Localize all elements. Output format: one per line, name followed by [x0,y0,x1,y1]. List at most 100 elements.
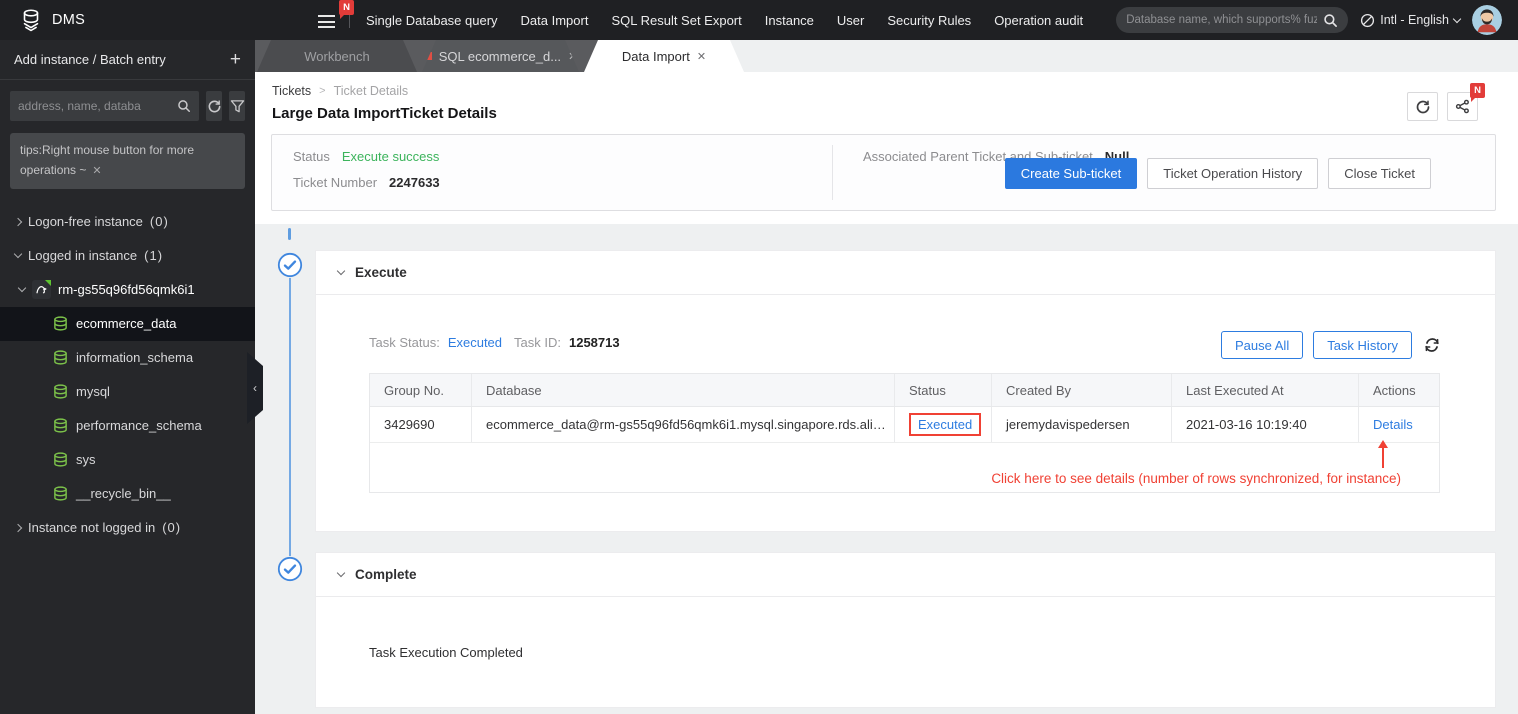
status-value: Execute success [341,149,440,164]
chevron-down-icon[interactable] [336,266,346,276]
instance-name: rm-gs55q96fd56qmk6i1 [58,282,195,298]
cell-group-no: 3429690 [370,407,472,442]
globe-icon [1360,13,1375,28]
col-header-created-by: Created By [992,374,1172,406]
nav-item-single-database-query[interactable]: Single Database query [366,13,498,28]
create-subticket-button[interactable]: Create Sub-ticket [1004,158,1138,189]
col-header-last-executed-at: Last Executed At [1172,374,1359,406]
tree-item-database-sys[interactable]: sys [0,443,255,477]
refresh-instances-button[interactable] [206,91,222,121]
database-icon [53,486,68,501]
nav-item-instance[interactable]: Instance [765,13,814,28]
tab-sql-ecommerce[interactable]: SQL ecommerce_d... ✕ [422,40,579,72]
tree-item-logon-free-instance[interactable]: Logon-free instance (0) [0,205,255,239]
tree-item-database-performance-schema[interactable]: performance_schema [0,409,255,443]
database-icon [53,452,68,467]
database-name: ecommerce_data [76,316,177,332]
sidebar: Add instance / Batch entry + address, na… [0,40,255,714]
new-badge: N [1470,83,1485,102]
locale-switcher[interactable]: Intl - English [1360,13,1462,28]
step-complete-check-icon [277,252,303,278]
breadcrumb-tickets[interactable]: Tickets [272,84,311,98]
add-instance-plus-icon[interactable]: + [230,50,241,69]
tab-label: Workbench [304,48,370,64]
nav-item-operation-audit[interactable]: Operation audit [994,13,1083,28]
tree-item-instance[interactable]: rm-gs55q96fd56qmk6i1 [0,273,255,307]
avatar[interactable] [1472,5,1502,35]
database-icon [53,350,68,365]
page-title: Large Data ImportTicket Details [272,105,497,122]
ticket-operation-history-button[interactable]: Ticket Operation History [1147,158,1319,189]
tab-label: SQL ecommerce_d... [438,48,562,64]
breadcrumb-separator: > [319,85,326,97]
close-icon[interactable]: ✕ [92,165,101,177]
table-empty-area: Click here to see details (number of row… [370,440,1439,492]
refresh-ticket-button[interactable] [1407,92,1438,121]
status-label: Status [293,149,330,164]
status-badge: Executed [909,413,982,436]
chevron-right-icon [13,523,23,532]
ticket-number-value: 2247633 [389,175,440,190]
col-header-actions: Actions [1373,382,1416,398]
database-name: mysql [76,384,110,400]
nav-item-data-import[interactable]: Data Import [521,13,589,28]
collapse-icon: ‹ [253,381,257,395]
timeline-line [289,278,291,556]
tree-label: Logon-free instance [28,214,143,230]
task-id-value: 1258713 [568,335,620,350]
execute-section-header[interactable]: Execute [316,251,1495,295]
dms-logo-icon [18,7,44,33]
locale-label: Intl - English [1380,13,1449,27]
chevron-down-icon[interactable] [336,568,346,578]
share-ticket-button[interactable]: N [1447,83,1485,121]
tab-workbench[interactable]: Workbench [257,40,417,72]
filter-instances-button[interactable] [229,91,245,121]
tips-text: tips:Right mouse button for more operati… [20,143,195,177]
tree-item-database-recycle-bin[interactable]: __recycle_bin__ [0,477,255,511]
tree-count: (0) [149,214,169,230]
nav-item-security-rules[interactable]: Security Rules [887,13,971,28]
table-row: 3429690 ecommerce_data@rm-gs55q96fd56qmk… [370,407,1439,443]
sidebar-search-input[interactable] [18,99,173,113]
tree-count: (0) [162,520,182,536]
timeline-segment [288,228,291,240]
dms-logo[interactable]: DMS [0,7,318,33]
search-icon[interactable] [1323,13,1338,28]
refresh-icon [207,99,222,114]
cell-last-executed-at: 2021-03-16 10:19:40 [1172,407,1359,442]
pause-all-button[interactable]: Pause All [1221,331,1304,359]
annotation-text: Click here to see details (number of row… [991,471,1401,486]
search-icon[interactable] [177,99,191,113]
tab-data-import[interactable]: Data Import ✕ [584,40,744,72]
tree-item-database-mysql[interactable]: mysql [0,375,255,409]
task-status-value: Executed [447,335,503,350]
nav-item-user[interactable]: User [837,13,864,28]
col-header-group-no: Group No. [370,374,472,406]
tree-item-logged-in-instance[interactable]: Logged in instance (1) [0,239,255,273]
chevron-down-icon [13,249,23,259]
close-ticket-button[interactable]: Close Ticket [1328,158,1431,189]
task-history-button[interactable]: Task History [1313,331,1412,359]
table-header-row: Group No. Database Status Created By Las… [370,374,1439,407]
task-table: Group No. Database Status Created By Las… [369,373,1440,493]
details-link[interactable]: Details [1373,417,1413,432]
mysql-instance-icon [32,280,51,300]
tree-item-database-ecommerce-data[interactable]: ecommerce_data [0,306,255,341]
chevron-down-icon [1452,14,1462,23]
complete-section: Complete Task Execution Completed [315,552,1496,708]
tree-item-instance-not-logged-in[interactable]: Instance not logged in (0) [0,511,255,545]
cell-database: ecommerce_data@rm-gs55q96fd56qmk6i1.mysq… [472,407,895,442]
nav-menu: Single Database query Data Import SQL Re… [366,13,1083,28]
tab-label: Data Import [621,48,690,64]
close-icon[interactable]: ✕ [697,50,706,63]
ticket-number-label: Ticket Number [293,175,378,190]
task-id-label: Task ID: [514,335,561,350]
refresh-tasks-icon[interactable] [1424,337,1440,353]
nav-item-sql-result-set-export[interactable]: SQL Result Set Export [611,13,741,28]
global-search-input[interactable] [1126,14,1318,26]
complete-section-header[interactable]: Complete [316,553,1495,597]
hamburger-menu-icon[interactable] [318,12,335,28]
task-status-label: Task Status: [369,335,440,350]
tree-item-database-information-schema[interactable]: information_schema [0,341,255,375]
database-name: performance_schema [76,418,202,434]
